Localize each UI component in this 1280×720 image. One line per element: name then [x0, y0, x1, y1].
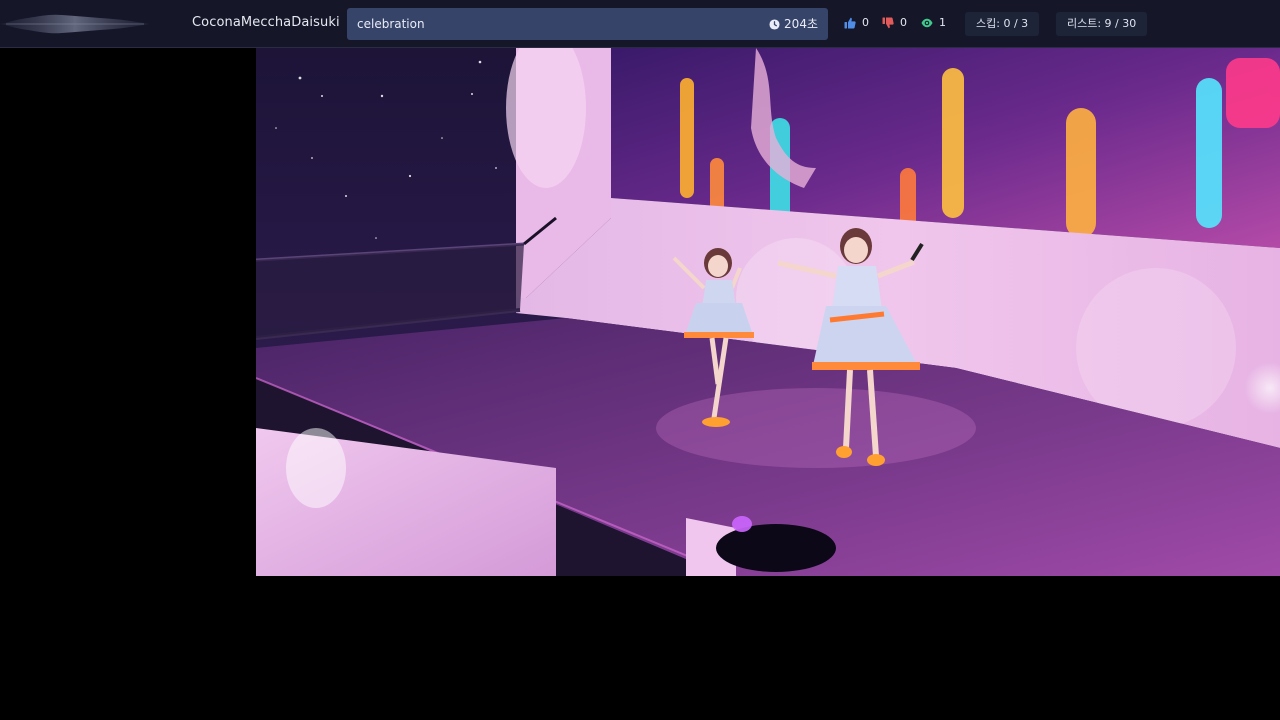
timer: 204초 [769, 15, 818, 33]
concert-video-frame [256, 48, 1280, 576]
top-bar: CoconaMecchaDaisuki celebration 204초 0 0 [0, 0, 1280, 48]
dislike-count: 0 [900, 16, 907, 29]
view-counter: 1 [921, 15, 946, 31]
thumbs-down-icon [882, 17, 894, 29]
like-count: 0 [862, 16, 869, 29]
username: CoconaMecchaDaisuki [192, 15, 340, 30]
eye-icon [921, 18, 933, 28]
video-player[interactable] [256, 48, 1280, 576]
view-count: 1 [939, 16, 946, 29]
skip-counter[interactable]: 스킵: 0 / 3 [965, 12, 1040, 36]
timer-value: 204초 [784, 17, 818, 31]
playlist-counter[interactable]: 리스트: 9 / 30 [1056, 12, 1148, 36]
clock-icon [769, 18, 780, 30]
song-title-bar[interactable]: celebration 204초 [347, 8, 828, 40]
waveform-logo [0, 14, 150, 34]
thumbs-up-icon [844, 17, 856, 29]
song-title: celebration [357, 17, 425, 31]
dislike-button[interactable]: 0 [882, 15, 907, 31]
like-button[interactable]: 0 [844, 15, 869, 31]
